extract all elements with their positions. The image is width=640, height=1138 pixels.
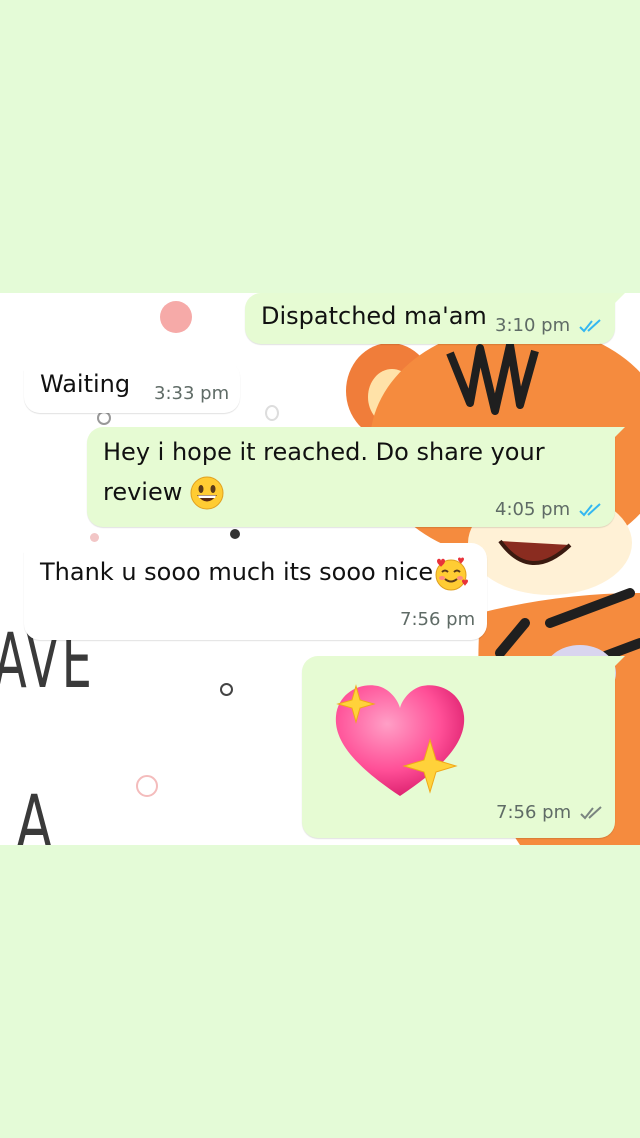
wallpaper-dot [97, 411, 111, 425]
message-text: Dispatched ma'am [261, 302, 487, 330]
message-bubble-incoming[interactable]: Thank u sooo much its sooo nice 7:56 pm [14, 543, 487, 640]
bubble-tail [611, 427, 625, 441]
message-bubble-outgoing[interactable]: Hey i hope it reached. Do share your rev… [87, 427, 625, 527]
message-text: Hey i hope it reached. Do share your [103, 438, 545, 466]
wallpaper-dot [230, 529, 240, 539]
message-text: Waiting [40, 370, 131, 398]
wallpaper-dot [136, 775, 158, 797]
bubble-tail [14, 543, 28, 557]
message-time: 3:10 pm [495, 315, 571, 336]
sparkling-heart-emoji-icon [335, 684, 465, 796]
wallpaper-dot [160, 301, 192, 333]
message-time: 4:05 pm [495, 499, 571, 520]
message-text: Thank u sooo much its sooo nice [40, 553, 469, 591]
message-text: review [103, 473, 224, 511]
wallpaper-dot [90, 533, 99, 542]
wallpaper-dot [220, 683, 233, 696]
read-receipt-icon [579, 319, 601, 333]
message-time: 3:33 pm [154, 383, 230, 404]
bubble-tail [611, 656, 625, 670]
message-text-line: review [103, 478, 183, 506]
grinning-face-emoji-icon [190, 476, 224, 510]
bubble-tail [611, 293, 625, 307]
message-bubble-outgoing[interactable]: Dispatched ma'am 3:10 pm [245, 293, 625, 344]
bubble-tail [14, 361, 28, 375]
message-text-line: Thank u sooo much its sooo nice [40, 558, 434, 586]
message-bubble-outgoing[interactable]: 7:56 pm [302, 656, 625, 838]
smiling-face-with-hearts-emoji-icon [435, 557, 469, 591]
wallpaper-text: A [16, 778, 53, 846]
delivered-tick-icon [580, 806, 602, 820]
chat-area[interactable]: AVE A Dispatched ma'am 3:10 pm Waiting 3… [0, 293, 640, 845]
message-time: 7:56 pm [496, 802, 572, 823]
wallpaper-dot [265, 405, 279, 421]
read-receipt-icon [579, 503, 601, 517]
message-bubble-incoming[interactable]: Waiting 3:33 pm [14, 361, 240, 413]
message-time: 7:56 pm [400, 609, 476, 630]
